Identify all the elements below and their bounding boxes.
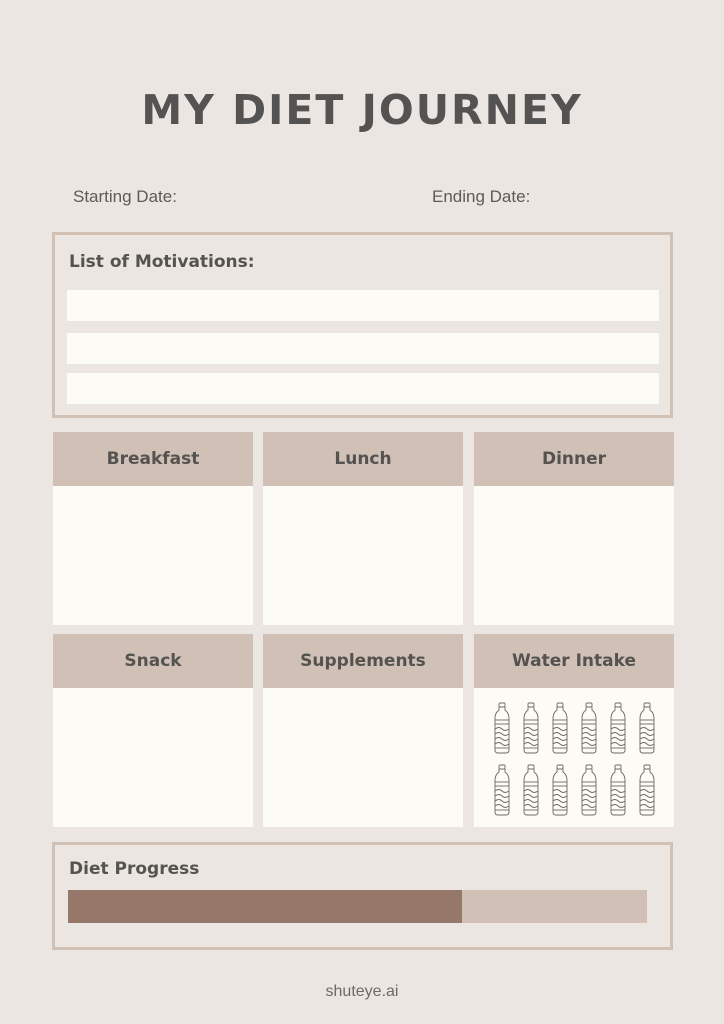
water-bottle-icon[interactable] [493,702,511,754]
breakfast-header: Breakfast [53,432,253,486]
water-bottle-grid [474,688,674,816]
page-title: MY DIET JOURNEY [141,86,583,134]
water-bottle-icon[interactable] [493,764,511,816]
dinner-header: Dinner [474,432,674,486]
snack-card[interactable]: Snack [53,634,253,827]
water-bottle-icon[interactable] [522,702,540,754]
motivation-line-3[interactable] [67,373,659,404]
water-bottle-icon[interactable] [551,702,569,754]
motivations-label: List of Motivations: [69,252,255,272]
water-intake-card: Water Intake [474,634,674,827]
snack-header: Snack [53,634,253,688]
water-bottle-icon[interactable] [522,764,540,816]
lunch-header: Lunch [263,432,463,486]
progress-fill [68,890,462,923]
breakfast-card[interactable]: Breakfast [53,432,253,625]
water-bottle-icon[interactable] [609,764,627,816]
diet-progress-label: Diet Progress [69,859,200,879]
motivations-box: List of Motivations: [52,232,673,418]
diet-progress-box: Diet Progress [52,842,673,950]
footer-brand: shuteye.ai [325,983,399,1000]
progress-track [68,890,647,923]
water-bottle-icon[interactable] [580,702,598,754]
water-bottle-icon[interactable] [638,764,656,816]
ending-date-label: Ending Date: [432,187,531,206]
motivation-line-1[interactable] [67,290,659,321]
motivation-line-2[interactable] [67,333,659,364]
supplements-header: Supplements [263,634,463,688]
lunch-card[interactable]: Lunch [263,432,463,625]
water-bottle-icon[interactable] [638,702,656,754]
water-intake-header: Water Intake [474,634,674,688]
water-bottle-icon[interactable] [580,764,598,816]
starting-date-label: Starting Date: [73,187,177,206]
water-bottle-icon[interactable] [609,702,627,754]
supplements-card[interactable]: Supplements [263,634,463,827]
dinner-card[interactable]: Dinner [474,432,674,625]
water-bottle-icon[interactable] [551,764,569,816]
